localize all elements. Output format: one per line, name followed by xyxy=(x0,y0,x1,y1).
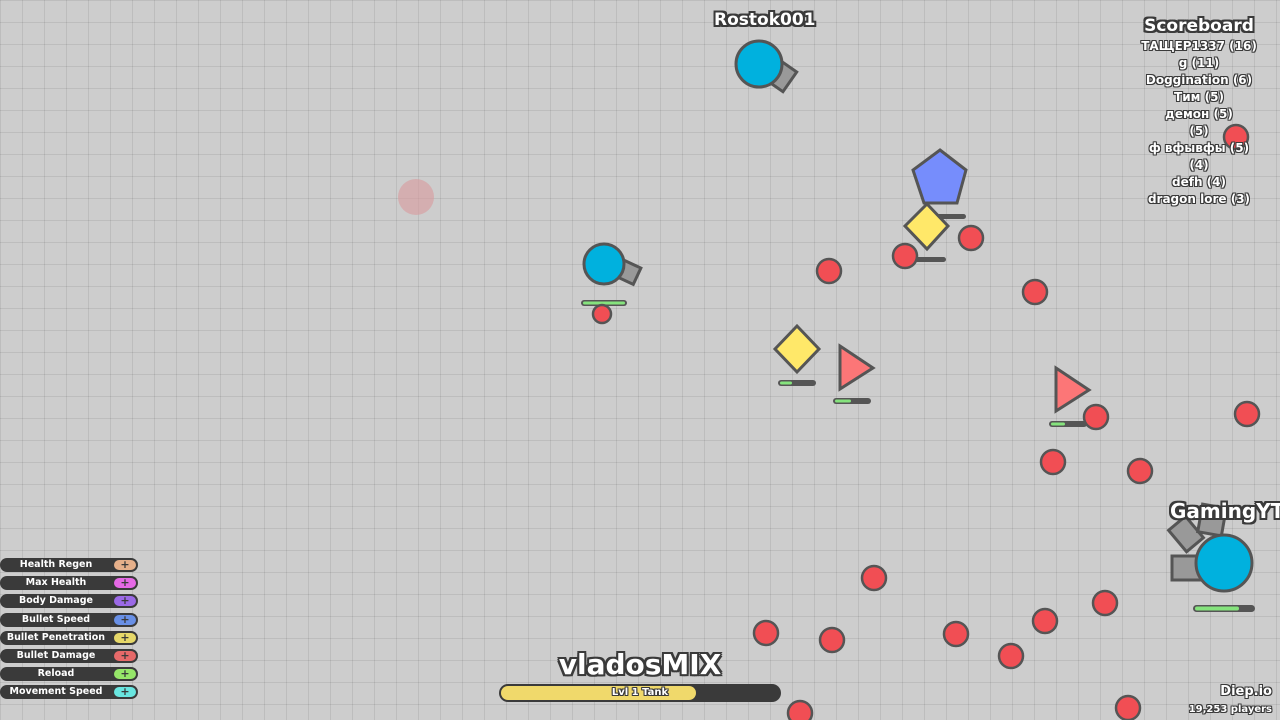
upgrade-max-health[interactable]: Max Health + xyxy=(0,576,138,591)
upgrade-label: Bullet Penetration xyxy=(6,631,106,643)
scoreboard-row: Doggination (6) xyxy=(1145,73,1253,87)
game-canvas[interactable]: Rostok001 GamingYT Scoreboard ТАЩЕР1337 … xyxy=(0,0,1280,720)
upgrade-plus-button[interactable]: + xyxy=(114,632,136,643)
scoreboard-row: (4) xyxy=(1189,158,1209,172)
triangle-shape xyxy=(833,343,876,404)
scoreboard-row: dragon lore (3) xyxy=(1147,192,1251,206)
bullet xyxy=(786,699,814,720)
enemy-name-rostok: Rostok001 xyxy=(714,10,816,30)
upgrade-label: Movement Speed xyxy=(9,686,103,698)
upgrade-plus-button[interactable]: + xyxy=(114,559,136,570)
upgrade-panel: Health Regen + Max Health + Body Damage … xyxy=(0,558,138,704)
scoreboard-row: g (11) xyxy=(1178,56,1220,70)
bullet xyxy=(957,224,985,252)
player-name: vladosMIX xyxy=(558,648,722,681)
upgrade-plus-button[interactable]: + xyxy=(114,614,136,625)
square-shape xyxy=(772,323,822,386)
bullet xyxy=(1233,400,1261,428)
bullet xyxy=(1031,607,1059,635)
bullet xyxy=(1039,448,1067,476)
upgrade-bullet-penetration[interactable]: Bullet Penetration + xyxy=(0,630,138,645)
bullet xyxy=(1126,457,1154,485)
player-count: 19,253 players xyxy=(1188,704,1272,715)
bullet xyxy=(860,564,888,592)
bullet xyxy=(1082,403,1110,431)
level-progress-bar: Lvl 1 Tank xyxy=(499,684,781,702)
level-label: Lvl 1 Tank xyxy=(611,687,669,698)
upgrade-movement-speed[interactable]: Movement Speed + xyxy=(0,685,138,700)
faded-bullet xyxy=(398,179,434,215)
upgrade-plus-button[interactable]: + xyxy=(114,686,136,698)
scoreboard-row: defh (4) xyxy=(1172,175,1226,189)
upgrade-plus-button[interactable]: + xyxy=(114,595,136,607)
bullet xyxy=(942,620,970,648)
game-logo-text: Diep.io xyxy=(1220,684,1272,699)
game-world xyxy=(398,39,1261,720)
upgrade-label: Max Health xyxy=(25,577,87,589)
bullet xyxy=(591,303,613,325)
upgrade-body-damage[interactable]: Body Damage + xyxy=(0,594,138,609)
scoreboard: Scoreboard ТАЩЕР1337 (16) g (11) Doggina… xyxy=(1124,16,1274,208)
scoreboard-title: Scoreboard xyxy=(1144,16,1254,36)
bullet xyxy=(815,257,843,285)
enemy-name-gaming: GamingYT xyxy=(1170,499,1280,523)
enemy-tank-rostok xyxy=(734,39,799,94)
bullet xyxy=(1091,589,1119,617)
upgrade-plus-button[interactable]: + xyxy=(114,577,136,589)
bullet xyxy=(1114,694,1142,720)
scoreboard-row: Тим (5) xyxy=(1174,90,1224,104)
upgrade-label: Health Regen xyxy=(19,559,93,570)
upgrade-health-regen[interactable]: Health Regen + xyxy=(0,558,138,572)
scoreboard-row: демон (5) xyxy=(1165,107,1233,121)
scoreboard-row: ф вфывфы (5) xyxy=(1148,141,1250,155)
upgrade-bullet-speed[interactable]: Bullet Speed + xyxy=(0,612,138,627)
scoreboard-row: (5) xyxy=(1189,124,1209,138)
bullet xyxy=(752,619,780,647)
player-tank xyxy=(581,242,643,306)
upgrade-label: Bullet Speed xyxy=(21,613,91,625)
bullet xyxy=(891,242,919,270)
bullet xyxy=(1021,278,1049,306)
scoreboard-row: ТАЩЕР1337 (16) xyxy=(1141,39,1257,53)
upgrade-label: Body Damage xyxy=(19,595,93,607)
